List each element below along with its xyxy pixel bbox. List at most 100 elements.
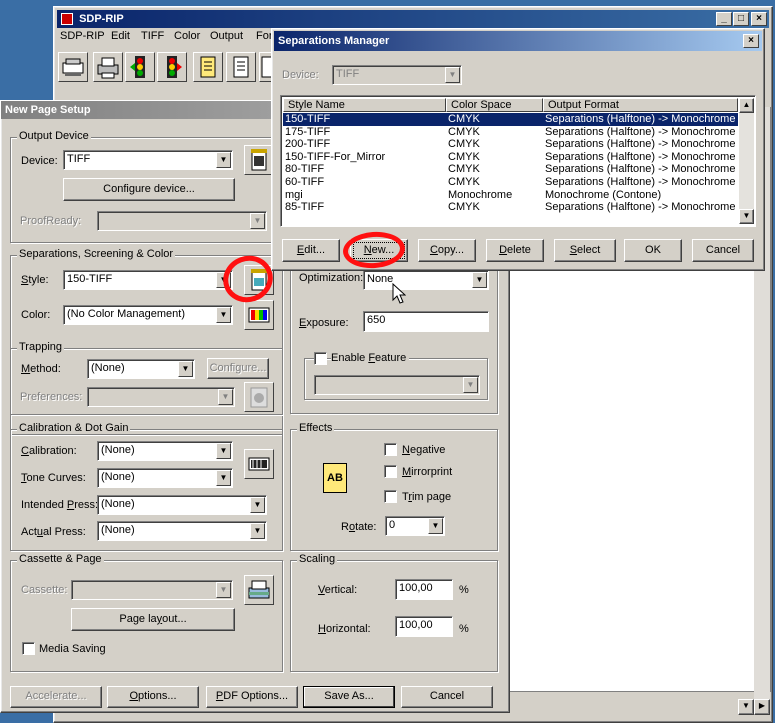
options-button[interactable]: Options... bbox=[107, 686, 199, 708]
intended-press-label: Intended Press: bbox=[21, 499, 99, 511]
actual-press-label: Actual Press: bbox=[21, 526, 86, 538]
chevron-down-icon: ▼ bbox=[216, 443, 231, 459]
pdf-options-button[interactable]: PDF Options... bbox=[206, 686, 298, 708]
device-label: Device: bbox=[21, 155, 58, 167]
column-header-output-format[interactable]: Output Format bbox=[543, 98, 738, 112]
document-icon[interactable] bbox=[193, 52, 223, 82]
calibration-icon[interactable] bbox=[244, 449, 274, 479]
trim-page-checkbox[interactable] bbox=[384, 490, 397, 503]
sdp-rip-title-bar[interactable]: SDP-RIP _ □ × bbox=[57, 10, 769, 28]
scroll-down-button[interactable]: ▼ bbox=[739, 209, 754, 224]
cancel-button[interactable]: Cancel bbox=[692, 239, 754, 262]
scroll-up-button[interactable]: ▲ bbox=[739, 98, 754, 113]
copy-style-button[interactable]: Copy... bbox=[418, 239, 476, 262]
list-item[interactable]: 150-TIFF CMYK Separations (Halftone) -> Mo… bbox=[283, 113, 738, 126]
delete-style-button[interactable]: Delete bbox=[486, 239, 544, 262]
device-properties-icon[interactable] bbox=[244, 145, 274, 175]
chevron-down-icon: ▼ bbox=[218, 389, 233, 405]
maximize-button[interactable]: □ bbox=[733, 12, 749, 26]
sep-device-label: Device: bbox=[282, 69, 319, 81]
trim-page-label: Trim page bbox=[402, 491, 452, 503]
tone-curves-select[interactable]: (None) ▼ bbox=[97, 468, 233, 488]
page-layout-button[interactable]: Page layout... bbox=[71, 608, 235, 631]
traffic-light-icon[interactable] bbox=[157, 52, 187, 82]
column-header-style-name[interactable]: Style Name bbox=[283, 98, 446, 112]
sep-device-select[interactable]: TIFF ▼ bbox=[332, 65, 462, 85]
close-button[interactable]: × bbox=[751, 12, 767, 26]
list-item[interactable]: 85-TIFF CMYK Separations (Halftone) -> Mon… bbox=[283, 201, 738, 214]
accelerate-button[interactable]: Accelerate... bbox=[10, 686, 102, 708]
menu-edit[interactable]: Edit bbox=[111, 30, 130, 42]
chevron-down-icon: ▼ bbox=[216, 307, 231, 323]
cassette-icon[interactable] bbox=[244, 575, 274, 605]
output-device-legend: Output Device bbox=[17, 130, 91, 142]
select-style-button[interactable]: Select bbox=[554, 239, 616, 262]
trapping-method-select[interactable]: (None) ▼ bbox=[87, 359, 195, 379]
list-item[interactable]: 175-TIFF CMYK Separations (Halftone) -> Mo… bbox=[283, 126, 738, 139]
sep-manager-title-bar[interactable]: Separations Manager × bbox=[274, 31, 762, 51]
scroll-right-button[interactable]: ▶ bbox=[754, 699, 770, 715]
vertical-scale-field[interactable]: 100,00 bbox=[395, 579, 453, 600]
ok-button[interactable]: OK bbox=[624, 239, 682, 262]
list-item[interactable]: 80-TIFF CMYK Separations (Halftone) -> Mon… bbox=[283, 163, 738, 176]
list-item[interactable]: 200-TIFF CMYK Separations (Halftone) -> Mo… bbox=[283, 138, 738, 151]
calibration-select[interactable]: (None) ▼ bbox=[97, 441, 233, 461]
chevron-down-icon: ▼ bbox=[178, 361, 193, 377]
media-saving-label: Media Saving bbox=[39, 643, 106, 655]
minimize-button[interactable]: _ bbox=[716, 12, 732, 26]
media-saving-checkbox[interactable] bbox=[22, 642, 35, 655]
chevron-down-icon: ▼ bbox=[250, 523, 265, 539]
page-setup-title: New Page Setup bbox=[5, 104, 91, 116]
horizontal-scale-field[interactable]: 100,00 bbox=[395, 616, 453, 637]
chevron-down-icon: ▼ bbox=[428, 518, 443, 534]
mouse-cursor-icon bbox=[392, 283, 406, 304]
menu-output[interactable]: Output bbox=[210, 30, 243, 42]
traffic-light-icon[interactable] bbox=[125, 52, 155, 82]
actual-press-select[interactable]: (None) ▼ bbox=[97, 521, 267, 541]
style-label: Style: bbox=[21, 274, 49, 286]
list-item[interactable]: 150-TIFF-For_Mirror CMYK Separations (Half… bbox=[283, 151, 738, 164]
rotate-select[interactable]: 0 ▼ bbox=[385, 516, 445, 536]
scroll-down-button[interactable]: ▼ bbox=[738, 699, 754, 715]
scanner-icon[interactable] bbox=[58, 52, 88, 82]
mirrorprint-checkbox[interactable] bbox=[384, 465, 397, 478]
trapping-configure-button[interactable]: Configure... bbox=[207, 358, 269, 379]
intended-press-value: (None) bbox=[101, 498, 135, 510]
intended-press-select[interactable]: (None) ▼ bbox=[97, 495, 267, 515]
tone-curves-value: (None) bbox=[101, 471, 135, 483]
cell-space: CMYK bbox=[448, 176, 480, 188]
menu-sdp-rip[interactable]: SDP-RIP bbox=[60, 30, 105, 42]
negative-checkbox[interactable] bbox=[384, 443, 397, 456]
menu-bar: SDP-RIP Edit TIFF Color Output For bbox=[60, 30, 280, 46]
cell-format: Separations (Halftone) -> Monochrome bbox=[545, 125, 736, 138]
cancel-button[interactable]: Cancel bbox=[401, 686, 493, 708]
color-select[interactable]: (No Color Management) ▼ bbox=[63, 305, 233, 325]
menu-color[interactable]: Color bbox=[174, 30, 200, 42]
column-header-color-space[interactable]: Color Space bbox=[446, 98, 543, 112]
color-management-icon[interactable] bbox=[244, 300, 274, 330]
cassette-legend: Cassette & Page bbox=[17, 553, 104, 565]
printer-icon[interactable] bbox=[93, 52, 123, 82]
cell-format: Separations (Halftone) -> Monochrome bbox=[545, 201, 736, 214]
list-item[interactable]: 60-TIFF CMYK Separations (Halftone) -> Mon… bbox=[283, 176, 738, 189]
list-item[interactable]: mgi Monochrome Monochrome (Contone) bbox=[283, 189, 738, 202]
list-scrollbar[interactable]: ▲ ▼ bbox=[739, 98, 754, 224]
cell-name: 150-TIFF bbox=[285, 113, 331, 125]
preferences-select[interactable]: ▼ bbox=[87, 387, 235, 407]
save-as-button[interactable]: Save As... bbox=[303, 686, 395, 708]
proofready-select[interactable]: ▼ bbox=[97, 211, 267, 231]
document-icon[interactable] bbox=[226, 52, 256, 82]
ab-preview-text: AB bbox=[327, 472, 343, 484]
configure-device-button[interactable]: Configure device... bbox=[63, 178, 235, 201]
proofready-label: ProofReady: bbox=[20, 215, 82, 227]
cell-format: Separations (Halftone) -> Monochrome bbox=[545, 150, 736, 163]
styles-list[interactable]: Style Name Color Space Output Format 150… bbox=[280, 95, 756, 227]
device-select[interactable]: TIFF ▼ bbox=[63, 150, 233, 170]
trapping-preferences-icon[interactable] bbox=[244, 382, 274, 412]
edit-style-button[interactable]: Edit... bbox=[282, 239, 340, 262]
cassette-select[interactable]: ▼ bbox=[71, 580, 233, 600]
horizontal-unit: % bbox=[459, 623, 469, 635]
close-icon[interactable]: × bbox=[743, 34, 759, 48]
style-select[interactable]: 150-TIFF ▼ bbox=[63, 270, 233, 290]
menu-tiff[interactable]: TIFF bbox=[141, 30, 164, 42]
